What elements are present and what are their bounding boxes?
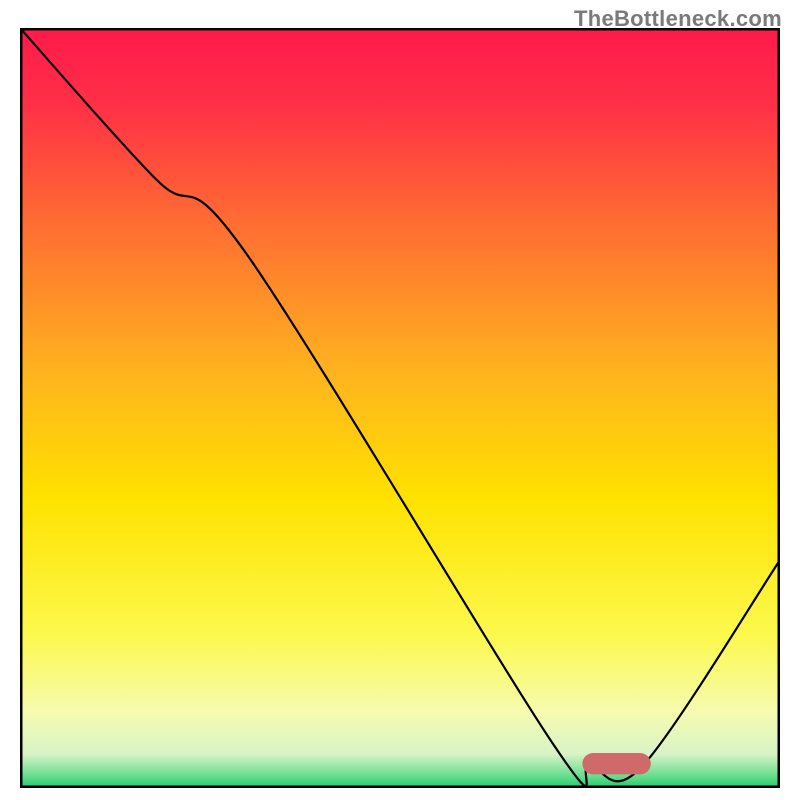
chart-svg <box>20 28 780 788</box>
chart-stage: TheBottleneck.com <box>0 0 800 800</box>
gradient-background <box>20 28 780 788</box>
chart-plot <box>20 28 780 788</box>
optimal-marker <box>582 753 650 774</box>
